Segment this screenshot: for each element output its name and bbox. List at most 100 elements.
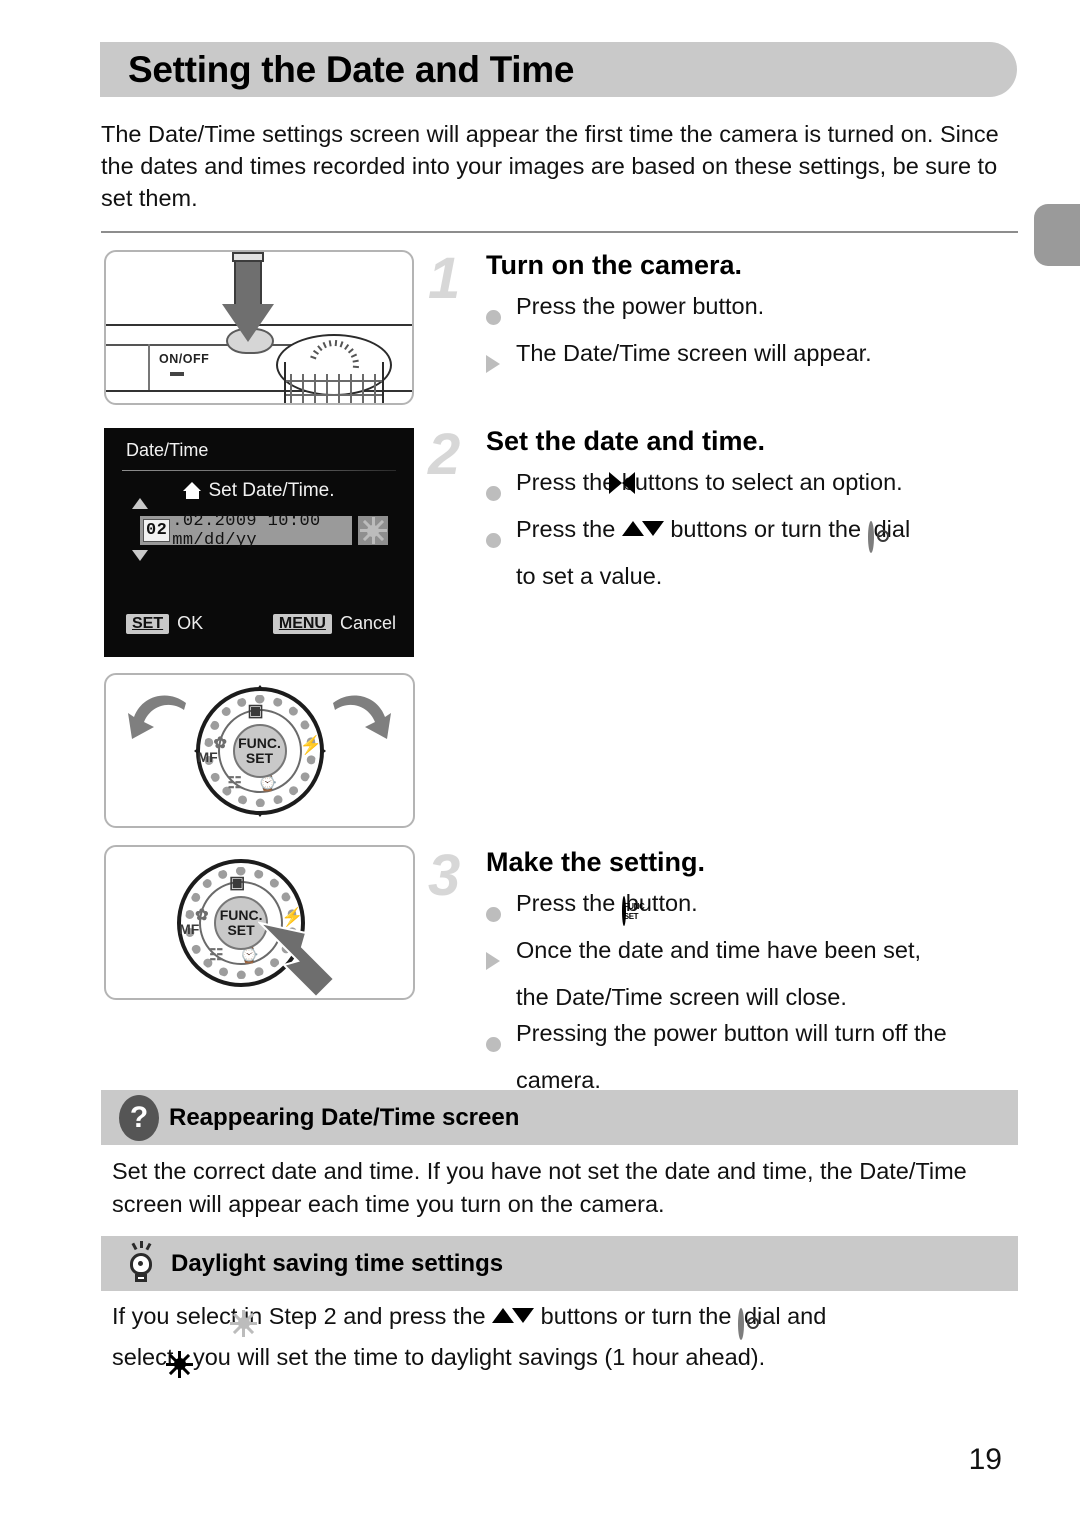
func-set-button-icon: FUNC SET xyxy=(621,896,645,926)
display-icon: ☷ xyxy=(209,946,224,964)
lcd-title-divider xyxy=(122,470,396,471)
display-icon: ☷ xyxy=(227,774,242,792)
info-block-tip-header: Daylight saving time settings xyxy=(101,1236,1018,1291)
step-2-line-2-text: Press the buttons or turn the dial xyxy=(516,511,1020,555)
info-block-tip-title: Daylight saving time settings xyxy=(171,1249,504,1277)
up-down-buttons-icon xyxy=(621,521,664,537)
tip-body-pre: If you select xyxy=(112,1303,244,1329)
info-block-tip-body: If you select in Step 2 and press the bu… xyxy=(112,1300,1012,1381)
figure-lcd-date-time-screen: Date/Time Set Date/Time. 02 .02.2009 10:… xyxy=(104,428,414,657)
question-mark-badge-icon: ? xyxy=(119,1094,159,1141)
step-3-line-1-text: Press the FUNC SET button. xyxy=(516,885,1020,929)
step-3-line-2: Once the date and time have been set, xyxy=(486,932,1020,979)
tip-body-mid: in Step 2 and press the xyxy=(243,1303,493,1329)
lcd-down-arrow-icon xyxy=(132,550,148,561)
step-1-line-2: The Date/Time screen will appear. xyxy=(486,335,1020,382)
lcd-prompt-row: Set Date/Time. xyxy=(104,480,414,502)
step-3-number: 3 xyxy=(428,843,461,908)
info-block-question-header: ? Reappearing Date/Time screen xyxy=(101,1090,1018,1145)
step-3-body: Press the FUNC SET button. Once the date … xyxy=(486,885,1020,1098)
rotate-left-arrow-icon xyxy=(128,695,186,739)
lcd-set-key[interactable]: SET xyxy=(126,613,170,634)
bullet-dot-icon xyxy=(486,288,516,335)
func-set-center-button[interactable]: FUNC. SET xyxy=(232,723,287,778)
lcd-screen-title: Date/Time xyxy=(126,440,209,460)
lcd-menu-label: Cancel xyxy=(339,613,396,633)
figure-func-set-press: ▣ ✿ MF ⚡ ☷ ⌚ FUNC. SET xyxy=(104,845,415,1000)
step-3-line-2-cont: the Date/Time screen will close. xyxy=(516,984,847,1010)
page-title-banner: Setting the Date and Time xyxy=(100,42,1017,97)
step-3-line-1: Press the FUNC SET button. xyxy=(486,885,1020,932)
step-2-line-2-mid: buttons or turn the xyxy=(663,516,868,542)
pointing-finger-arrow-icon xyxy=(258,921,336,998)
step-3-heading: Make the setting. xyxy=(486,847,706,877)
mode-dial-knurl-grid xyxy=(286,374,382,403)
step-1-body: Press the power button. The Date/Time sc… xyxy=(486,288,1020,382)
bullet-triangle-icon xyxy=(486,932,516,979)
tip-body-line2-post: , you will set the time to daylight savi… xyxy=(179,1344,766,1370)
flash-icon: ⚡ xyxy=(299,734,322,755)
sun-off-icon xyxy=(359,517,387,545)
info-block-question-body: Set the correct date and time. If you ha… xyxy=(112,1158,967,1217)
manual-focus-label: MF xyxy=(197,748,218,765)
bullet-dot-icon xyxy=(486,885,516,932)
camera-edge-line-vertical xyxy=(148,344,150,390)
step-2: 2 Set the date and time. Press the butto… xyxy=(428,424,1020,594)
step-2-heading: Set the date and time. xyxy=(486,426,766,456)
press-down-arrow-icon xyxy=(222,252,274,344)
bullet-triangle-icon xyxy=(486,335,516,382)
step-3-line-2-text: Once the date and time have been set, xyxy=(516,937,921,963)
exposure-compensation-icon: ▣ xyxy=(229,872,246,892)
lcd-month-value[interactable]: 02 xyxy=(143,519,171,542)
step-3-line-1-pre: Press the xyxy=(516,890,622,916)
lcd-datetime-field[interactable]: 02 .02.2009 10:00 mm/dd/yy xyxy=(140,512,352,550)
bullet-dot-icon xyxy=(486,464,516,511)
step-2-line-1-post: buttons to select an option. xyxy=(621,469,903,495)
info-block-question-title: Reappearing Date/Time screen xyxy=(169,1103,520,1131)
tip-body-mid2: buttons or turn the xyxy=(534,1303,738,1329)
lcd-prompt-text: Set Date/Time. xyxy=(208,480,335,501)
lcd-menu-key[interactable]: MENU xyxy=(272,613,332,634)
func-label-line1: FUNC. xyxy=(238,734,281,751)
lcd-up-arrow-icon xyxy=(132,498,148,509)
on-off-label: ON/OFF xyxy=(159,352,210,366)
control-dial-icon xyxy=(867,521,874,553)
bullet-dot-icon xyxy=(486,1015,516,1062)
step-2-line-1-text: Press the buttons to select an option. xyxy=(516,464,1020,503)
page-title: Setting the Date and Time xyxy=(128,48,575,90)
step-2-body: Press the buttons to select an option. P… xyxy=(486,464,1020,594)
chapter-edge-tab xyxy=(1034,204,1080,266)
step-2-line-1: Press the buttons to select an option. xyxy=(486,464,1020,511)
step-2-line-1-pre: Press the xyxy=(516,469,622,495)
func-label-line2: SET xyxy=(245,749,274,766)
page-number: 19 xyxy=(968,1443,1002,1476)
step-2-line-2-cont: to set a value. xyxy=(516,563,663,589)
section-divider xyxy=(101,231,1018,233)
manual-focus-label: MF xyxy=(179,920,200,937)
step-1-line-1: Press the power button. xyxy=(486,288,1020,335)
lcd-daylight-saving-toggle[interactable] xyxy=(358,516,388,545)
power-lamp xyxy=(170,372,184,376)
figure-control-dial-rotate: ▣ ✿ MF ⚡ ☷ ⌚ FUNC. SET xyxy=(104,673,415,828)
step-3: 3 Make the setting. Press the FUNC SET bu… xyxy=(428,845,1020,1098)
up-down-buttons-icon xyxy=(492,1308,535,1324)
exposure-compensation-icon: ▣ xyxy=(247,700,264,720)
mode-dial-illustration xyxy=(276,334,392,403)
lcd-softkey-row: SET OK MENU Cancel xyxy=(126,613,396,634)
step-2-line-2: Press the buttons or turn the dial xyxy=(486,511,1020,558)
step-2-number: 2 xyxy=(428,422,461,487)
figure-camera-power-button: ON/OFF xyxy=(104,250,414,405)
step-3-line-3-text: Pressing the power button will turn off … xyxy=(516,1020,947,1046)
control-dial-icon xyxy=(737,1308,744,1340)
step-3-line-3: Pressing the power button will turn off … xyxy=(486,1015,1020,1062)
lcd-set-label: OK xyxy=(177,613,204,633)
step-1-line-1-text: Press the power button. xyxy=(516,293,765,319)
rotate-right-arrow-icon xyxy=(333,695,391,739)
light-bulb-badge-icon xyxy=(121,1240,161,1287)
step-1-line-2-text: The Date/Time screen will appear. xyxy=(516,340,872,366)
func-label-line1: FUNC. xyxy=(219,906,263,923)
step-1-heading: Turn on the camera. xyxy=(486,250,743,280)
func-label-line2: SET xyxy=(227,921,255,938)
step-1: 1 Turn on the camera. Press the power bu… xyxy=(428,248,1020,382)
lcd-datetime-rest: .02.2009 10:00 mm/dd/yy xyxy=(172,511,321,550)
